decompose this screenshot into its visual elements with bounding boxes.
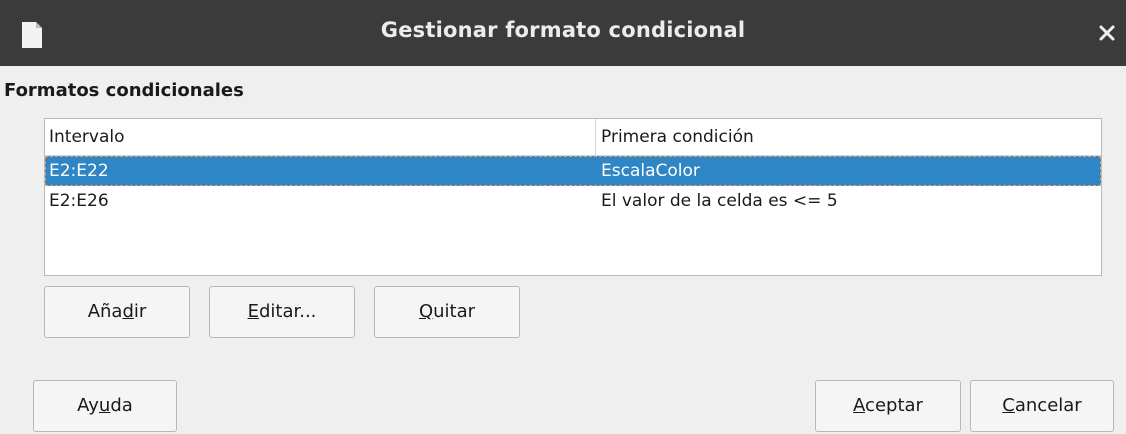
add-label-pre: Aña — [87, 301, 123, 322]
conditional-formats-list[interactable]: Intervalo Primera condición E2:E22 Escal… — [44, 118, 1102, 276]
add-button[interactable]: Añadir — [44, 286, 190, 338]
remove-button[interactable]: Quitar — [374, 286, 520, 338]
title-bar: Gestionar formato condicional — [0, 0, 1126, 66]
cancel-label-mnemonic: C — [1002, 395, 1015, 416]
close-icon[interactable] — [1096, 22, 1118, 44]
add-label-post: ir — [133, 301, 147, 322]
help-label-pre: Ay — [77, 395, 99, 416]
section-title: Formatos condicionales — [4, 80, 244, 101]
column-header-first-condition[interactable]: Primera condición — [601, 119, 754, 155]
row-condition: EscalaColor — [601, 161, 700, 181]
cancel-label-post: ancelar — [1014, 395, 1082, 416]
help-button[interactable]: Ayuda — [33, 380, 177, 432]
cancel-button[interactable]: Cancelar — [970, 380, 1114, 432]
row-range: E2:E26 — [49, 191, 109, 211]
remove-label-post: uitar — [433, 301, 476, 322]
help-label-post: da — [110, 395, 133, 416]
window-title: Gestionar formato condicional — [380, 18, 746, 42]
remove-label-mnemonic: Q — [418, 301, 434, 322]
edit-button[interactable]: Editar... — [209, 286, 355, 338]
list-row[interactable]: E2:E22 EscalaColor — [45, 156, 1101, 186]
ok-button[interactable]: Aceptar — [815, 380, 961, 432]
list-header: Intervalo Primera condición — [45, 119, 1101, 156]
add-label-mnemonic: d — [122, 301, 134, 322]
row-range: E2:E22 — [49, 161, 109, 181]
list-row[interactable]: E2:E26 El valor de la celda es <= 5 — [45, 186, 1101, 216]
edit-label-mnemonic: E — [247, 301, 259, 322]
ok-label-mnemonic: A — [853, 395, 866, 416]
ok-label-post: ceptar — [865, 395, 923, 416]
edit-label-post: ditar... — [258, 301, 317, 322]
help-label-mnemonic: u — [98, 395, 111, 416]
row-condition: El valor de la celda es <= 5 — [601, 191, 838, 211]
column-header-range[interactable]: Intervalo — [49, 119, 596, 155]
